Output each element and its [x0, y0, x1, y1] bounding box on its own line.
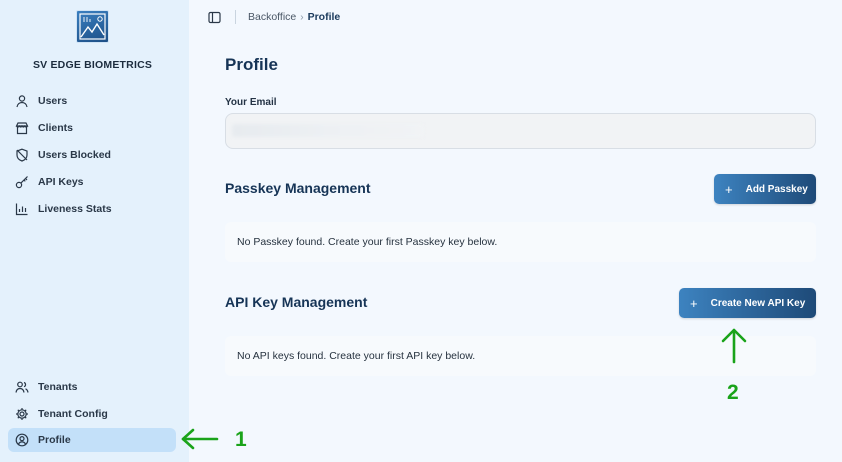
- user-icon: [15, 94, 29, 108]
- top-bar: Backoffice › Profile: [189, 0, 842, 34]
- sidebar-item-users[interactable]: Users: [8, 89, 176, 113]
- annotation-arrow-up-icon: [718, 327, 750, 365]
- passkey-empty-state: No Passkey found. Create your first Pass…: [225, 222, 816, 262]
- store-icon: [15, 121, 29, 135]
- plus-icon: +: [725, 181, 733, 197]
- passkey-empty-text: No Passkey found. Create your first Pass…: [237, 236, 498, 248]
- sidebar-item-label: Clients: [38, 122, 74, 134]
- email-label: Your Email: [225, 97, 277, 108]
- sidebar-item-tenants[interactable]: Tenants: [8, 375, 176, 399]
- annotation-label-2: 2: [727, 381, 739, 404]
- email-redacted-value: [232, 124, 424, 137]
- sidebar-item-profile[interactable]: Profile: [8, 428, 176, 452]
- annotation-arrow-left-icon: [180, 427, 220, 451]
- sidebar-item-label: API Keys: [38, 176, 84, 188]
- annotation-label-1: 1: [235, 428, 247, 451]
- brand-logo-icon[interactable]: [76, 10, 109, 43]
- create-api-key-button[interactable]: + Create New API Key: [679, 288, 816, 318]
- sidebar-item-api-keys[interactable]: API Keys: [8, 170, 176, 194]
- sidebar-item-label: Tenants: [38, 381, 78, 393]
- users-icon: [15, 380, 29, 394]
- sidebar-item-liveness-stats[interactable]: Liveness Stats: [8, 197, 176, 221]
- sidebar-item-label: Users: [38, 95, 68, 107]
- brand-name: SV EDGE BIOMETRICS: [32, 59, 153, 71]
- divider: [235, 10, 236, 24]
- key-icon: [15, 175, 29, 189]
- bar-chart-icon: [15, 202, 29, 216]
- plus-icon: +: [690, 295, 698, 311]
- shield-off-icon: [15, 148, 29, 162]
- api-key-section-title: API Key Management: [225, 294, 368, 310]
- gear-icon: [15, 407, 29, 421]
- create-api-key-label: Create New API Key: [710, 297, 806, 309]
- sidebar: SV EDGE BIOMETRICS Users Clients Users B…: [0, 0, 189, 462]
- passkey-section-title: Passkey Management: [225, 180, 371, 196]
- breadcrumb-parent[interactable]: Backoffice: [248, 11, 296, 23]
- sidebar-item-tenant-config[interactable]: Tenant Config: [8, 402, 176, 426]
- sidebar-item-clients[interactable]: Clients: [8, 116, 176, 140]
- breadcrumb: Backoffice › Profile: [248, 11, 340, 23]
- page-title: Profile: [225, 55, 278, 74]
- sidebar-item-label: Users Blocked: [38, 149, 111, 161]
- breadcrumb-current: Profile: [307, 11, 341, 23]
- add-passkey-label: Add Passkey: [745, 183, 808, 195]
- sidebar-item-users-blocked[interactable]: Users Blocked: [8, 143, 176, 167]
- chevron-right-icon: ›: [300, 11, 304, 23]
- sidebar-item-label: Liveness Stats: [38, 203, 112, 215]
- sidebar-item-label: Tenant Config: [38, 408, 108, 420]
- api-key-empty-text: No API keys found. Create your first API…: [237, 350, 476, 362]
- sidebar-item-label: Profile: [38, 434, 71, 446]
- add-passkey-button[interactable]: + Add Passkey: [714, 174, 816, 204]
- user-circle-icon: [15, 433, 29, 447]
- sidebar-toggle-icon[interactable]: [208, 11, 221, 24]
